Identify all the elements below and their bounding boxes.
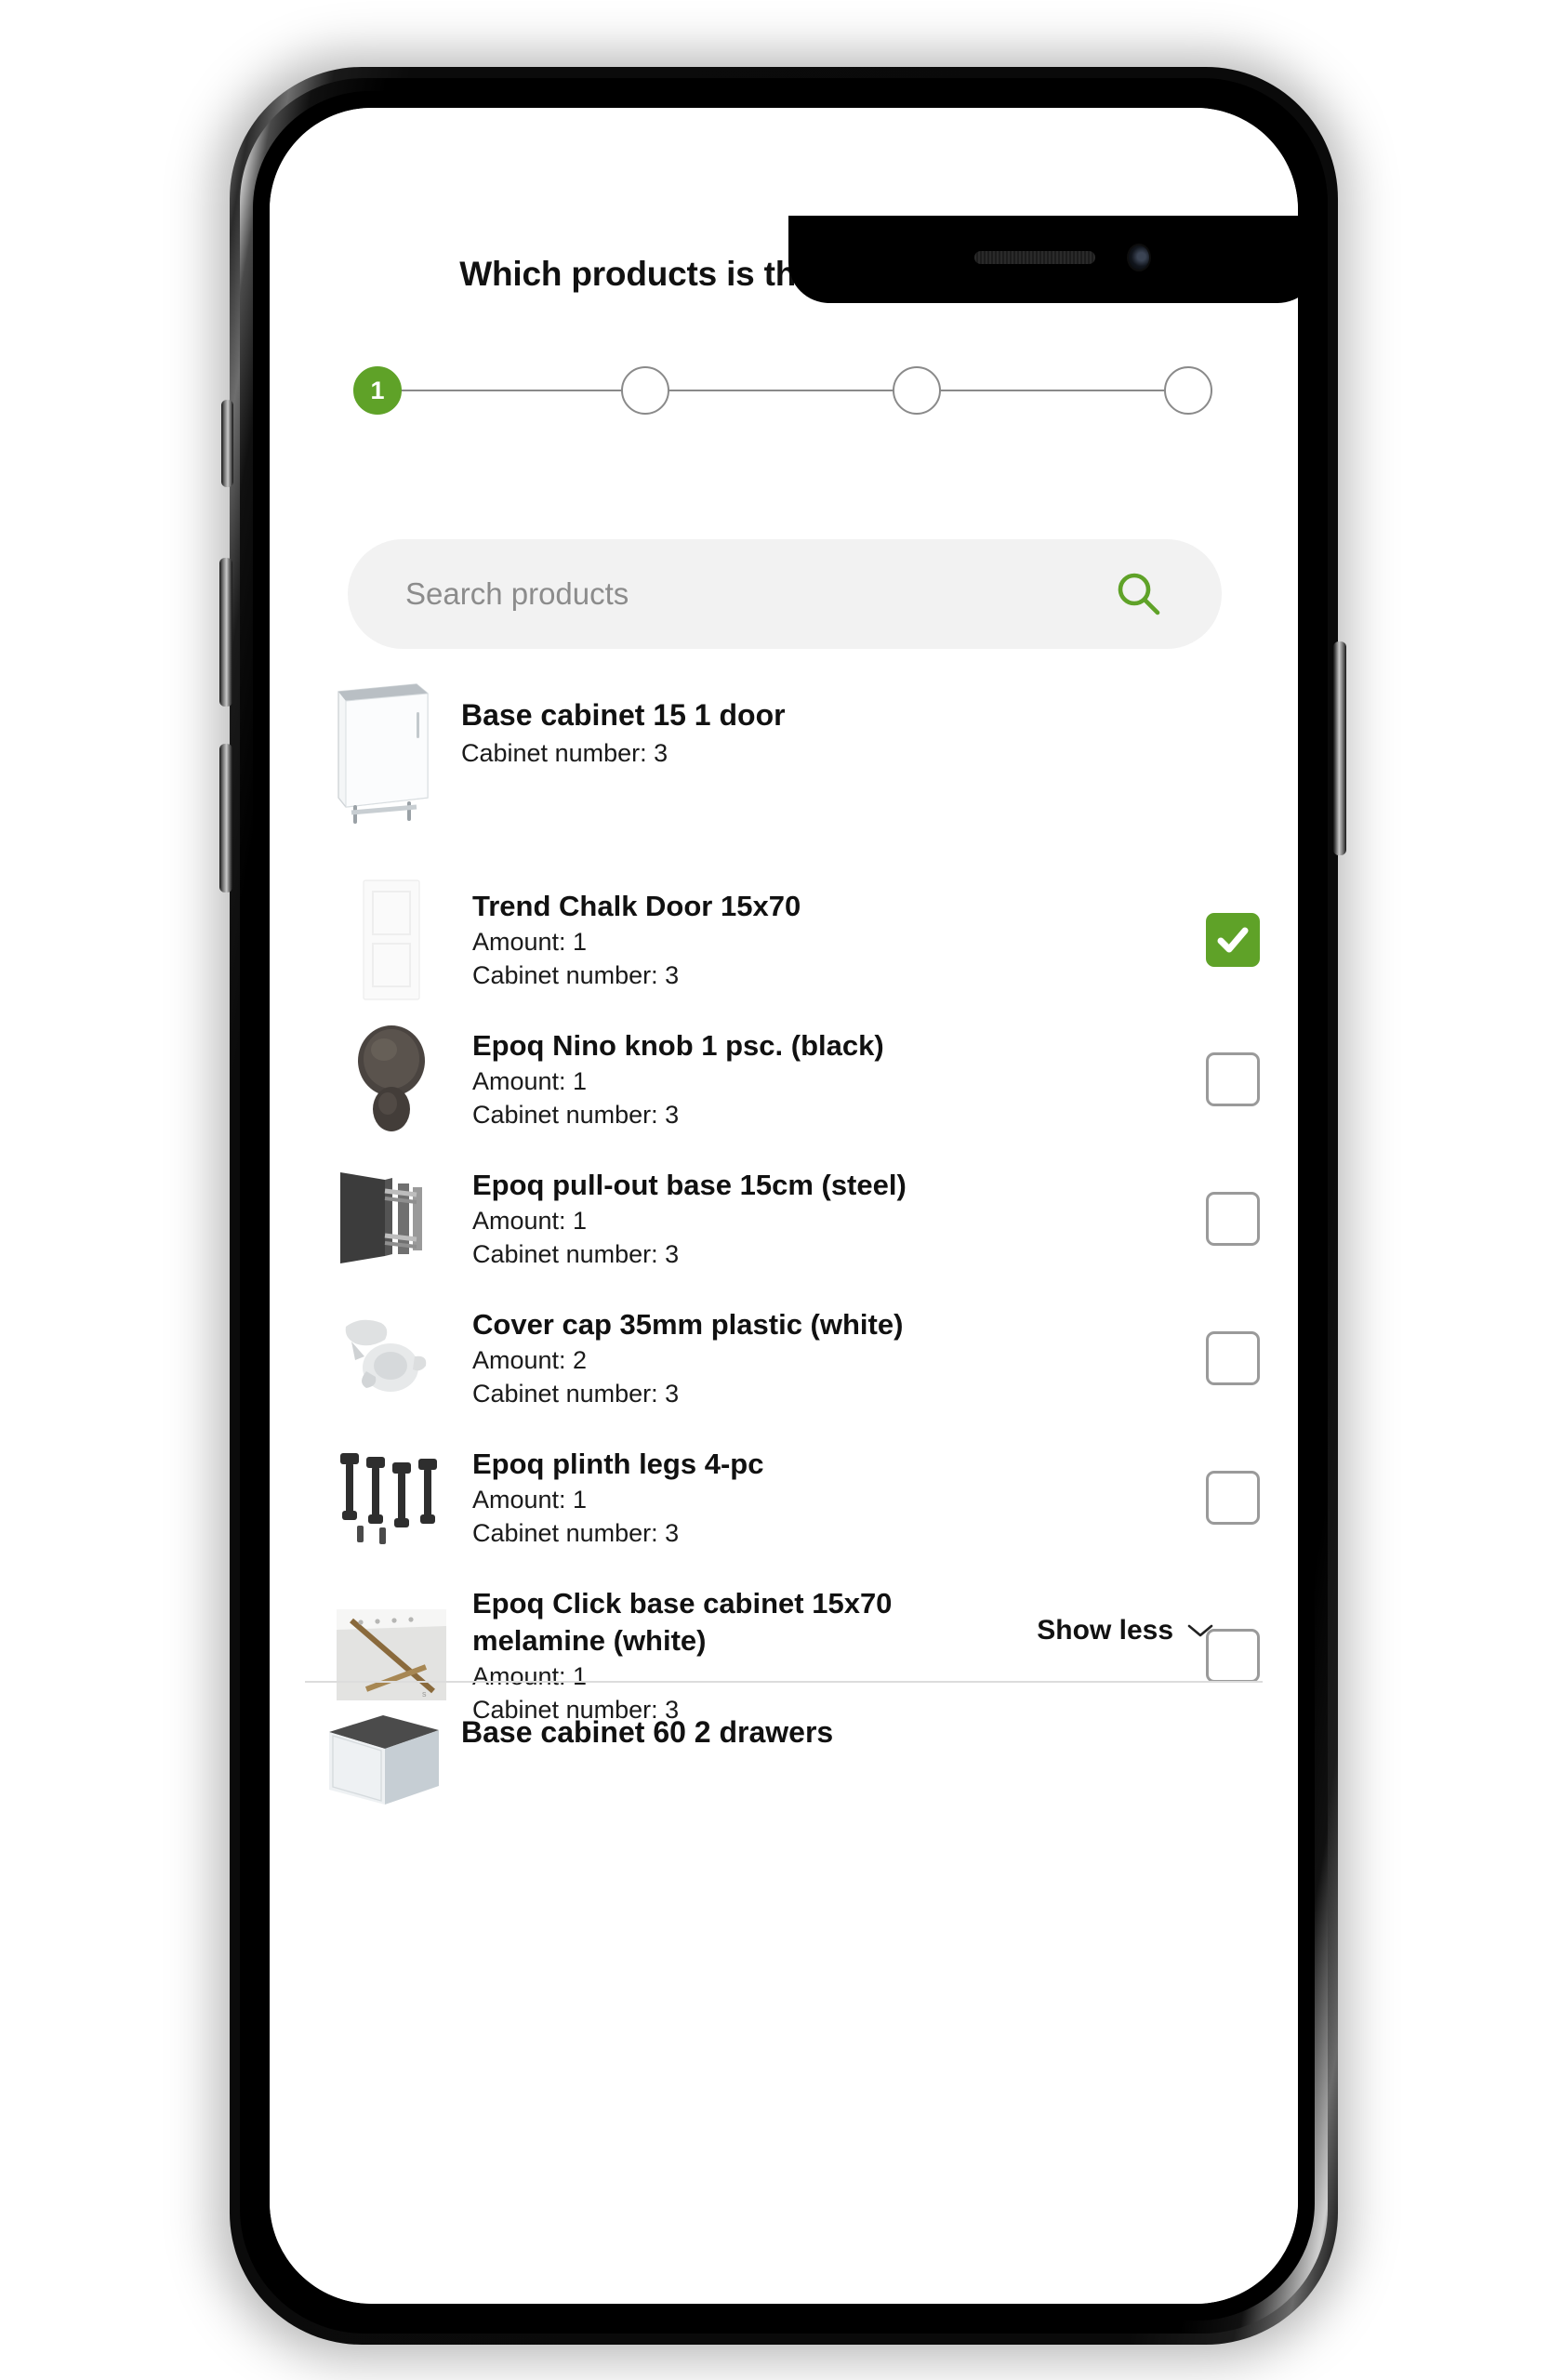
product-amount: Amount: 1: [472, 927, 588, 956]
product-amount: Amount: 1: [472, 1066, 588, 1095]
product-group-subtitle: Cabinet number: 3: [461, 739, 668, 768]
progress-stepper: 1: [350, 366, 1214, 415]
mute-switch-button[interactable]: [221, 400, 233, 487]
base-cabinet-15-thumb: [312, 683, 452, 824]
product-row[interactable]: Epoq Nino knob 1 psc. (black) Amount: 1 …: [270, 1010, 1298, 1149]
screenshot-root: Which products is the complaint about? 1: [0, 0, 1562, 2380]
phone-screen: Which products is the complaint about? 1: [270, 108, 1298, 2304]
knob-thumb: [322, 1025, 461, 1131]
product-group-header[interactable]: Base cabinet 15 1 door Cabinet number: 3: [270, 666, 1298, 824]
product-group-texts: Base cabinet 15 1 door Cabinet number: 3: [461, 697, 786, 771]
product-title: Trend Chalk Door 15x70: [472, 889, 801, 922]
show-less-label: Show less: [1037, 1615, 1173, 1646]
next-product-group[interactable]: Base cabinet 60 2 drawers: [270, 1714, 1298, 1813]
product-row[interactable]: Trend Chalk Door 15x70 Amount: 1 Cabinet…: [270, 870, 1298, 1010]
search-bar[interactable]: Search products: [348, 539, 1222, 649]
product-cabinet-number: Cabinet number: 3: [472, 1240, 680, 1269]
product-row[interactable]: Epoq plinth legs 4-pc Amount: 1 Cabinet …: [270, 1428, 1298, 1567]
product-checkbox-cell[interactable]: [1168, 1331, 1298, 1385]
product-checkbox[interactable]: [1206, 1471, 1260, 1525]
product-row[interactable]: Cover cap 35mm plastic (white) Amount: 2…: [270, 1289, 1298, 1428]
pullout-thumb: [322, 1167, 461, 1271]
product-checkbox[interactable]: [1206, 1192, 1260, 1246]
front-camera-icon: [1127, 244, 1151, 271]
product-row-texts: Epoq pull-out base 15cm (steel) Amount: …: [472, 1167, 1168, 1272]
app-viewport: Which products is the complaint about? 1: [270, 108, 1298, 2304]
product-cabinet-number: Cabinet number: 3: [472, 961, 680, 990]
product-group-title: Base cabinet 15 1 door: [461, 698, 786, 732]
phone-notch: [788, 216, 1298, 303]
stepper-step-4[interactable]: [1164, 366, 1212, 415]
door-thumb: [322, 879, 461, 1000]
list-divider: [305, 1681, 1263, 1683]
product-list: Base cabinet 15 1 door Cabinet number: 3: [270, 666, 1298, 1744]
search-input[interactable]: Search products: [405, 576, 1114, 612]
show-less-button[interactable]: Show less: [1037, 1615, 1214, 1646]
check-icon: [1217, 927, 1249, 953]
volume-down-button[interactable]: [219, 744, 232, 892]
clickbase-thumb: s: [322, 1604, 461, 1708]
product-amount: Amount: 1: [472, 1485, 588, 1514]
product-row-texts: Epoq plinth legs 4-pc Amount: 1 Cabinet …: [472, 1446, 1168, 1551]
chevron-down-icon: [1187, 1624, 1213, 1637]
search-icon[interactable]: [1114, 569, 1164, 619]
product-checkbox-cell[interactable]: [1168, 913, 1298, 967]
base-cabinet-60-thumb: [312, 1714, 452, 1805]
product-checkbox[interactable]: [1206, 1331, 1260, 1385]
stepper-step-2[interactable]: [621, 366, 669, 415]
stepper-track: [377, 390, 1188, 391]
product-checkbox-cell[interactable]: [1168, 1192, 1298, 1246]
stepper-step-1-label: 1: [370, 376, 385, 404]
product-title: Epoq pull-out base 15cm (steel): [472, 1168, 907, 1201]
product-row-texts: Epoq Click base cabinet 15x70 melamine (…: [472, 1585, 1168, 1727]
product-cabinet-number: Cabinet number: 3: [472, 1380, 680, 1408]
product-title: Cover cap 35mm plastic (white): [472, 1307, 904, 1341]
product-amount: Amount: 1: [472, 1662, 588, 1691]
product-cabinet-number: Cabinet number: 3: [472, 1519, 680, 1548]
volume-up-button[interactable]: [219, 558, 232, 707]
product-checkbox[interactable]: [1206, 1052, 1260, 1106]
product-cabinet-number: Cabinet number: 3: [472, 1101, 680, 1130]
earpiece-speaker-icon: [974, 251, 1095, 264]
product-amount: Amount: 2: [472, 1345, 588, 1374]
legs-thumb: [322, 1446, 461, 1550]
power-button[interactable]: [1333, 641, 1346, 855]
stepper-step-1[interactable]: 1: [353, 366, 402, 415]
product-title: Epoq Click base cabinet 15x70 melamine (…: [472, 1586, 893, 1657]
stepper-step-3[interactable]: [893, 366, 941, 415]
svg-text:s: s: [422, 1689, 427, 1699]
product-title: Epoq Nino knob 1 psc. (black): [472, 1028, 884, 1062]
product-row[interactable]: Epoq pull-out base 15cm (steel) Amount: …: [270, 1149, 1298, 1289]
product-checkbox-cell[interactable]: [1168, 1052, 1298, 1106]
next-product-group-title: Base cabinet 60 2 drawers: [461, 1715, 834, 1749]
product-checkbox-cell[interactable]: [1168, 1471, 1298, 1525]
product-row-texts: Cover cap 35mm plastic (white) Amount: 2…: [472, 1306, 1168, 1411]
product-title: Epoq plinth legs 4-pc: [472, 1447, 764, 1480]
product-row-texts: Epoq Nino knob 1 psc. (black) Amount: 1 …: [472, 1027, 1168, 1132]
product-row-texts: Trend Chalk Door 15x70 Amount: 1 Cabinet…: [472, 888, 1168, 993]
product-amount: Amount: 1: [472, 1206, 588, 1235]
product-checkbox[interactable]: [1206, 913, 1260, 967]
covercap-thumb: [322, 1306, 461, 1410]
